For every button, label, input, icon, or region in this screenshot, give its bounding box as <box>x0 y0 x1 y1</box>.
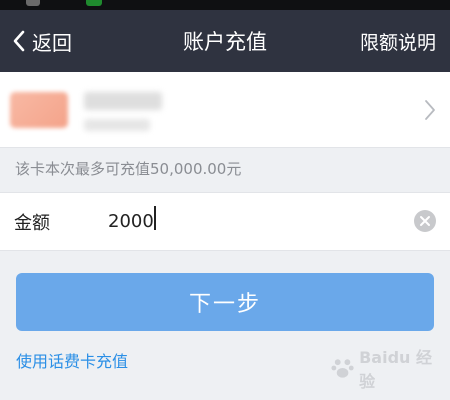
amount-row: 金额 <box>0 192 450 251</box>
text-caret <box>154 206 156 230</box>
chevron-right-icon <box>425 100 435 120</box>
status-bar <box>0 0 450 10</box>
card-number-blurred <box>84 119 150 131</box>
watermark: Baidu 经验 <box>330 345 445 391</box>
paw-icon <box>331 358 354 378</box>
navbar: 返回 账户充值 限额说明 <box>0 10 450 72</box>
card-name-blurred <box>84 92 162 110</box>
amount-label: 金额 <box>14 212 50 234</box>
chevron-left-icon <box>13 30 25 52</box>
back-label: 返回 <box>32 30 72 55</box>
status-icon <box>26 0 40 6</box>
phone-card-recharge-link[interactable]: 使用话费卡充值 <box>16 348 128 372</box>
bank-logo <box>10 92 68 128</box>
clear-button[interactable] <box>414 210 436 232</box>
back-button[interactable]: 返回 <box>12 10 72 72</box>
limit-info-button[interactable]: 限额说明 <box>360 10 436 72</box>
limit-notice: 该卡本次最多可充值50,000.00元 <box>15 160 242 178</box>
next-step-button[interactable]: 下一步 <box>16 273 434 331</box>
watermark-text: Baidu 经验 <box>359 347 433 391</box>
close-icon <box>420 216 430 226</box>
bank-card-selector[interactable] <box>0 72 450 148</box>
amount-input[interactable] <box>108 205 388 237</box>
signal-icon <box>86 0 102 6</box>
